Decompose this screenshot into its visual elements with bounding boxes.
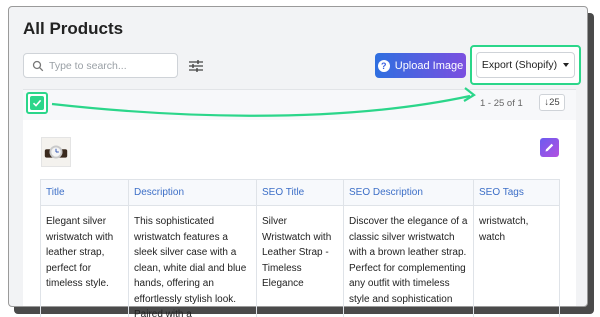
page-size-value: 25 (549, 97, 560, 108)
cell-seo-title[interactable]: Silver Wristwatch with Leather Strap - T… (256, 205, 344, 317)
table-row[interactable]: Elegant silver wristwatch with leather s… (40, 205, 560, 317)
column-header-seo-description[interactable]: SEO Description (343, 179, 474, 206)
product-thumbnail[interactable] (41, 137, 71, 167)
question-circle-icon: ? (377, 59, 390, 72)
cell-seo-tags[interactable]: wristwatch, watch (473, 205, 560, 317)
export-label: Export (Shopify) (481, 59, 558, 71)
cell-description[interactable]: This sophisticated wristwatch features a… (128, 205, 257, 317)
cell-title[interactable]: Elegant silver wristwatch with leather s… (40, 205, 129, 317)
cell-seo-description[interactable]: Discover the elegance of a classic silve… (343, 205, 474, 317)
products-table: Title Description SEO Title SEO Descript… (40, 179, 560, 317)
upload-image-button[interactable]: ? Upload Image (375, 53, 466, 78)
column-header-description[interactable]: Description (128, 179, 257, 206)
edit-button[interactable] (540, 138, 559, 157)
column-header-seo-tags[interactable]: SEO Tags (473, 179, 560, 206)
search-input[interactable] (49, 59, 169, 72)
select-all-checkbox[interactable] (26, 92, 48, 114)
pagination-range: 1 - 25 of 1 (480, 98, 523, 109)
pencil-icon (545, 143, 554, 152)
page-title: All Products (23, 19, 124, 38)
column-header-seo-title[interactable]: SEO Title (256, 179, 344, 206)
table-header-row: Title Description SEO Title SEO Descript… (40, 179, 560, 206)
export-shopify-button[interactable]: Export (Shopify) (476, 52, 575, 78)
page-size-button[interactable]: ↓ 25 (539, 94, 565, 111)
export-highlight: Export (Shopify) (470, 45, 581, 85)
upload-image-label: Upload Image (394, 59, 464, 72)
check-icon (30, 96, 44, 110)
chevron-down-icon (563, 63, 570, 67)
search-box[interactable] (23, 53, 178, 78)
sliders-icon[interactable] (188, 58, 204, 74)
search-icon (32, 60, 44, 71)
column-header-title[interactable]: Title (40, 179, 129, 206)
